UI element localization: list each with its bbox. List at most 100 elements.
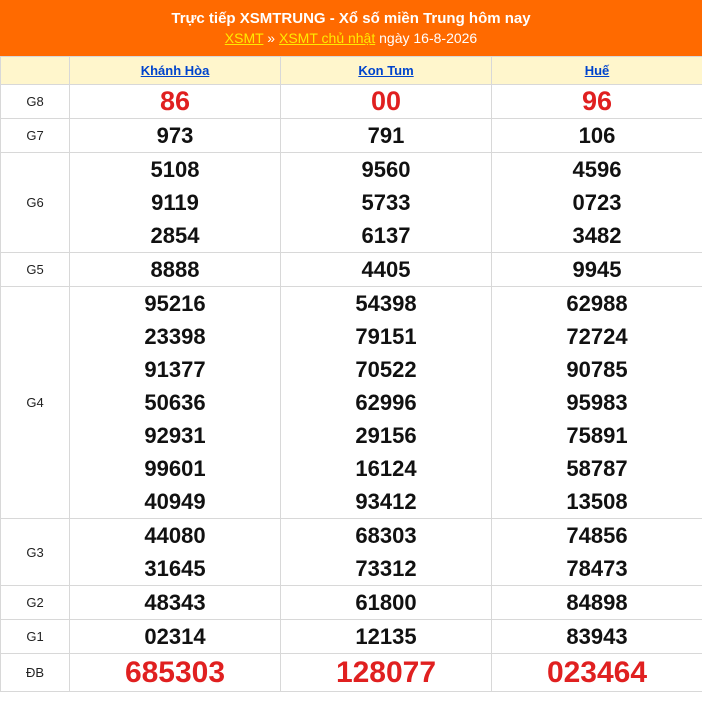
prize-cell: 48343 bbox=[69, 585, 281, 620]
prize-cell: 95216 23398 91377 50636 92931 99601 40949 bbox=[69, 286, 281, 519]
prize-number: 5108 bbox=[150, 157, 200, 182]
province-link-kon-tum[interactable]: Kon Tum bbox=[358, 63, 413, 78]
prize-cell: 44080 31645 bbox=[69, 518, 281, 586]
prize-number: 5733 bbox=[361, 190, 411, 215]
breadcrumb-separator: » bbox=[263, 30, 279, 46]
prize-cell: 62988 72724 90785 95983 75891 58787 13508 bbox=[491, 286, 702, 519]
prize-cell: 9560 5733 6137 bbox=[280, 152, 492, 253]
prize-row-g8: G8 86 00 96 bbox=[0, 84, 702, 119]
results-page: Trực tiếp XSMTRUNG - Xổ số miền Trung hô… bbox=[0, 0, 702, 692]
prize-number: 91377 bbox=[144, 357, 206, 382]
prize-number: 95216 bbox=[144, 291, 206, 316]
prize-number: 72724 bbox=[566, 324, 628, 349]
prize-number: 4405 bbox=[361, 257, 411, 282]
prize-cell: 68303 73312 bbox=[280, 518, 492, 586]
prize-label: G6 bbox=[0, 152, 70, 253]
prize-number: 0723 bbox=[572, 190, 622, 215]
prize-number: 9560 bbox=[361, 157, 411, 182]
prize-cell: 83943 bbox=[491, 619, 702, 654]
prize-row-g5: G5 8888 4405 9945 bbox=[0, 252, 702, 287]
prize-number: 2854 bbox=[150, 223, 200, 248]
prize-number: 973 bbox=[156, 123, 194, 148]
breadcrumb: XSMT » XSMT chủ nhật ngày 16-8-2026 bbox=[0, 28, 702, 48]
prize-number: 75891 bbox=[566, 423, 628, 448]
prize-number: 128077 bbox=[335, 656, 437, 689]
results-body: G8 86 00 96 G7 973 791 106 G6 5108 9119 2854 9560 573… bbox=[0, 84, 702, 692]
prize-number: 84898 bbox=[566, 590, 628, 615]
prize-label: G7 bbox=[0, 118, 70, 153]
prize-row-g1: G1 02314 12135 83943 bbox=[0, 619, 702, 654]
prize-number: 50636 bbox=[144, 390, 206, 415]
prize-number: 16124 bbox=[355, 456, 417, 481]
prize-cell: 023464 bbox=[491, 653, 702, 692]
prize-number: 02314 bbox=[144, 624, 206, 649]
prize-number: 9119 bbox=[151, 190, 199, 215]
breadcrumb-xsmt-sunday-link[interactable]: XSMT chủ nhật bbox=[279, 30, 375, 46]
prize-label: G4 bbox=[0, 286, 70, 519]
prize-cell: 106 bbox=[491, 118, 702, 153]
prize-number: 3482 bbox=[572, 223, 622, 248]
page-title: Trực tiếp XSMTRUNG - Xổ số miền Trung hô… bbox=[171, 10, 531, 27]
prize-number: 68303 bbox=[355, 523, 417, 548]
prize-cell: 4596 0723 3482 bbox=[491, 152, 702, 253]
province-link-khanh-hoa[interactable]: Khánh Hòa bbox=[141, 63, 210, 78]
prize-number: 70522 bbox=[355, 357, 417, 382]
prize-number: 79151 bbox=[355, 324, 417, 349]
prize-number: 58787 bbox=[566, 456, 628, 481]
prize-cell: 5108 9119 2854 bbox=[69, 152, 281, 253]
prize-number: 13508 bbox=[566, 489, 628, 514]
prize-cell: 973 bbox=[69, 118, 281, 153]
prize-cell: 02314 bbox=[69, 619, 281, 654]
prize-number: 8888 bbox=[150, 257, 200, 282]
prize-number: 62996 bbox=[355, 390, 417, 415]
prize-cell: 12135 bbox=[280, 619, 492, 654]
prize-number: 99601 bbox=[144, 456, 206, 481]
prize-number: 29156 bbox=[355, 423, 417, 448]
prize-number: 78473 bbox=[566, 556, 628, 581]
prize-number: 106 bbox=[578, 123, 616, 148]
prize-number: 86 bbox=[159, 86, 191, 116]
prize-cell: 9945 bbox=[491, 252, 702, 287]
prize-number: 93412 bbox=[355, 489, 417, 514]
prize-row-g3: G3 44080 31645 68303 73312 74856 78473 bbox=[0, 518, 702, 586]
prize-number: 685303 bbox=[124, 656, 226, 689]
prize-number: 90785 bbox=[566, 357, 628, 382]
province-header: Huế bbox=[491, 56, 702, 85]
prize-cell: 791 bbox=[280, 118, 492, 153]
prize-cell: 74856 78473 bbox=[491, 518, 702, 586]
prize-row-g4: G4 95216 23398 91377 50636 92931 99601 40949 543… bbox=[0, 286, 702, 519]
prize-row-đb: ĐB 685303 128077 023464 bbox=[0, 653, 702, 692]
prize-number: 73312 bbox=[355, 556, 417, 581]
prize-row-g6: G6 5108 9119 2854 9560 5733 6137 4596 0723 3482 bbox=[0, 152, 702, 253]
prize-cell: 8888 bbox=[69, 252, 281, 287]
prize-number: 83943 bbox=[566, 624, 628, 649]
prize-number: 61800 bbox=[355, 590, 417, 615]
draw-date: ngày 16-8-2026 bbox=[375, 30, 478, 46]
prize-number: 48343 bbox=[144, 590, 206, 615]
prize-number: 31645 bbox=[144, 556, 206, 581]
prize-number: 54398 bbox=[355, 291, 417, 316]
prize-label: G8 bbox=[0, 84, 70, 119]
province-header: Khánh Hòa bbox=[69, 56, 281, 85]
prize-cell: 685303 bbox=[69, 653, 281, 692]
prize-number: 62988 bbox=[566, 291, 628, 316]
prize-number: 791 bbox=[367, 123, 405, 148]
prize-number: 92931 bbox=[144, 423, 206, 448]
page-header: Trực tiếp XSMTRUNG - Xổ số miền Trung hô… bbox=[0, 0, 702, 56]
breadcrumb-xsmt-link[interactable]: XSMT bbox=[225, 30, 264, 46]
prize-number: 40949 bbox=[144, 489, 206, 514]
prize-number: 00 bbox=[370, 86, 402, 116]
prize-cell: 4405 bbox=[280, 252, 492, 287]
province-link-hue[interactable]: Huế bbox=[585, 63, 610, 78]
prize-number: 23398 bbox=[144, 324, 206, 349]
prize-label: G2 bbox=[0, 585, 70, 620]
prize-number: 44080 bbox=[144, 523, 206, 548]
prize-row-g7: G7 973 791 106 bbox=[0, 118, 702, 153]
prize-label: G5 bbox=[0, 252, 70, 287]
province-header-row: Khánh Hòa Kon Tum Huế bbox=[0, 56, 702, 85]
prize-number: 96 bbox=[581, 86, 613, 116]
prize-row-g2: G2 48343 61800 84898 bbox=[0, 585, 702, 620]
prize-number: 95983 bbox=[566, 390, 628, 415]
prize-number: 9945 bbox=[572, 257, 622, 282]
results-table: Khánh Hòa Kon Tum Huế G8 86 00 96 G7 973 791 10… bbox=[0, 56, 702, 692]
